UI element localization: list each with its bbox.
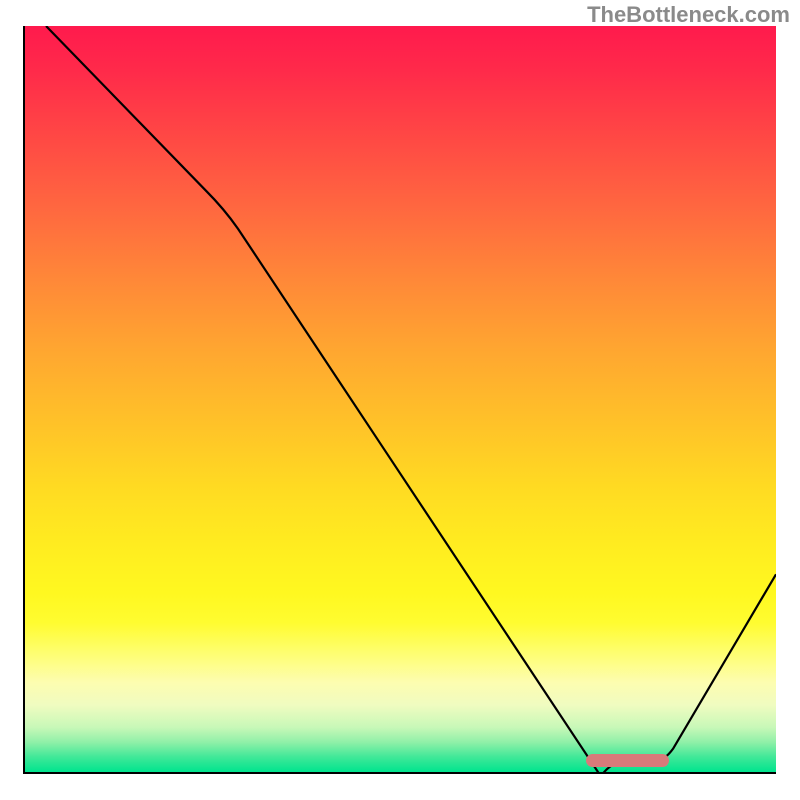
- watermark-text: TheBottleneck.com: [587, 2, 790, 28]
- optimal-range-marker: [586, 754, 669, 767]
- gradient-background: [25, 26, 776, 772]
- bottleneck-chart: TheBottleneck.com: [0, 0, 800, 800]
- plot-area: [23, 26, 776, 774]
